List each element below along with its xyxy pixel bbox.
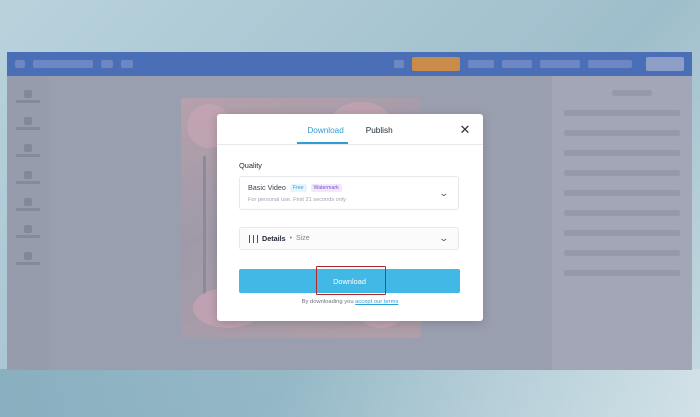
- toolbar-item-dimmed: [540, 60, 580, 68]
- watermark-badge: Watermark: [310, 183, 342, 192]
- sliders-icon: [249, 234, 258, 243]
- free-badge: Free: [289, 183, 307, 192]
- toolbar-item-dimmed: [502, 60, 532, 68]
- project-title-placeholder: [33, 60, 93, 68]
- download-button[interactable]: Download: [239, 269, 460, 293]
- chevron-down-icon: ⌄: [438, 188, 450, 198]
- details-label: Details: [262, 234, 286, 243]
- undo-icon: [101, 60, 113, 68]
- terms-prefix: By downloading you: [301, 299, 354, 305]
- details-accordion[interactable]: Details • Size ⌄: [239, 227, 459, 250]
- background-wave: [0, 369, 700, 417]
- terms-link[interactable]: accept our terms: [355, 299, 398, 305]
- chevron-down-icon: ⌄: [438, 233, 450, 243]
- quality-option-name: Basic Video: [248, 183, 286, 192]
- toolbar-item-dimmed: [588, 60, 632, 68]
- quality-option-subtitle: For personal use. First 21 seconds only: [248, 197, 346, 203]
- upgrade-button-dimmed: [412, 57, 460, 71]
- toolbar-icon: [394, 60, 404, 68]
- editor-left-sidebar: [7, 76, 49, 370]
- redo-icon: [121, 60, 133, 68]
- editor-right-panel: [552, 76, 692, 370]
- menu-icon: [15, 60, 25, 68]
- share-button-dimmed: [646, 57, 684, 71]
- editor-topbar: [7, 52, 692, 76]
- terms-text: By downloading you accept our terms: [217, 299, 483, 305]
- dialog-tabs: Download Publish: [217, 114, 483, 145]
- download-dialog: Download Publish ✕ Quality Basic Video F…: [217, 114, 483, 321]
- toolbar-item-dimmed: [468, 60, 494, 68]
- tab-download[interactable]: Download: [307, 124, 343, 135]
- close-icon[interactable]: ✕: [457, 121, 473, 137]
- quality-select[interactable]: Basic Video Free Watermark For personal …: [239, 176, 459, 210]
- active-tab-indicator: [297, 142, 348, 144]
- details-size-label: Size: [296, 235, 310, 242]
- quality-label: Quality: [239, 161, 263, 170]
- tab-publish[interactable]: Publish: [366, 124, 393, 135]
- details-separator: •: [289, 235, 293, 242]
